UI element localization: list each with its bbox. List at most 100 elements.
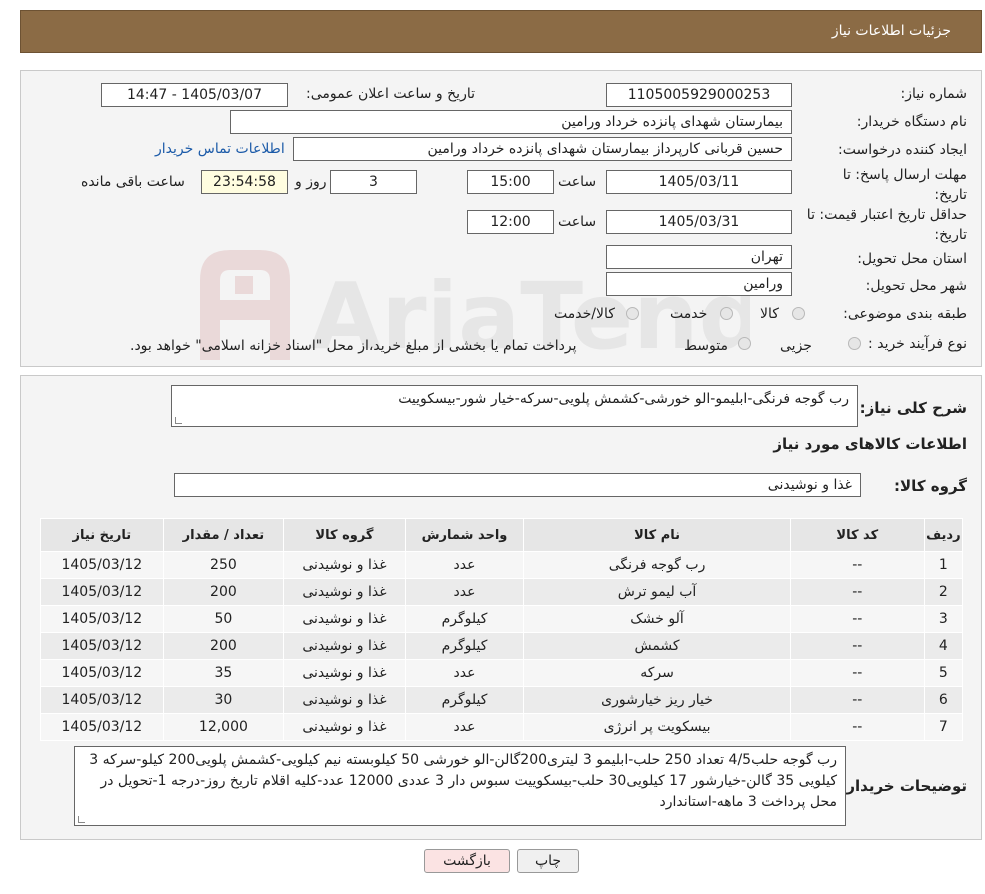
province-label: استان محل تحویل: [857, 251, 967, 267]
description-label: شرح کلی نیاز: [859, 399, 967, 417]
remaining-label: ساعت باقی مانده [81, 174, 185, 190]
cell-name: رب گوجه فرنگی [523, 551, 791, 579]
cell-date: 1405/03/12 [40, 659, 164, 687]
cell-unit: عدد [404, 713, 525, 741]
cell-code: -- [789, 659, 925, 687]
deadline-time-field: 15:00 [467, 170, 554, 194]
creator-label: ایجاد کننده درخواست: [838, 142, 967, 158]
col-name: نام کالا [523, 518, 791, 552]
need-number-label: شماره نیاز: [900, 86, 968, 102]
table-row: 6 -- خیار ریز خیارشوری کیلوگرم غذا و نوشیدنی… [40, 686, 964, 714]
radio-goods-service-label: کالا/خدمت [554, 306, 615, 322]
cell-qty: 50 [162, 605, 285, 633]
buyer-org-label: نام دستگاه خریدار: [856, 114, 967, 130]
cell-group: غذا و نوشیدنی [283, 605, 406, 633]
cell-code: -- [789, 632, 925, 660]
buyer-org-field: بیمارستان شهدای پانزده خرداد ورامین [230, 110, 792, 134]
cell-row: 7 [923, 713, 964, 741]
announce-label: تاریخ و ساعت اعلان عمومی: [306, 86, 475, 102]
cell-unit: عدد [404, 659, 525, 687]
cell-code: -- [789, 686, 925, 714]
resize-handle-icon[interactable] [78, 816, 85, 823]
cell-row: 6 [923, 686, 964, 714]
cell-qty: 250 [162, 551, 285, 579]
validity-time-label: ساعت [558, 214, 597, 230]
process-label: نوع فرآیند خرید : [868, 336, 967, 352]
cell-row: 3 [923, 605, 964, 633]
cell-date: 1405/03/12 [40, 632, 164, 660]
creator-field: حسین قربانی کارپرداز بیمارستان شهدای پان… [293, 137, 792, 161]
cell-qty: 30 [162, 686, 285, 714]
cell-qty: 200 [162, 632, 285, 660]
cell-row: 1 [923, 551, 964, 579]
goods-table: ردیف کد کالا نام کالا واحد شمارش گروه کا… [40, 518, 964, 741]
radio-medium[interactable] [738, 337, 751, 350]
cell-unit: عدد [404, 551, 525, 579]
radio-service[interactable] [720, 307, 733, 320]
buyer-notes-text: رب گوجه حلب4/5 تعداد 250 حلب-ابلیمو 3 لی… [89, 752, 837, 810]
cell-date: 1405/03/12 [40, 713, 164, 741]
cell-name: کشمش [523, 632, 791, 660]
cell-qty: 12,000 [162, 713, 285, 741]
col-date: تاریخ نیاز [40, 518, 164, 552]
cell-code: -- [789, 578, 925, 606]
cell-name: آب لیمو ترش [523, 578, 791, 606]
cell-name: سرکه [523, 659, 791, 687]
page-header: جزئیات اطلاعات نیاز [20, 10, 982, 53]
description-textarea: رب گوجه فرنگی-ابلیمو-الو خورشی-کشمش پلوی… [171, 385, 858, 427]
category-label: طبقه بندی موضوعی: [843, 306, 967, 322]
validity-time-field: 12:00 [467, 210, 554, 234]
goods-group-field: غذا و نوشیدنی [174, 473, 861, 497]
deadline-date-field: 1405/03/11 [606, 170, 792, 194]
goods-info-title: اطلاعات کالاهای مورد نیاز [773, 435, 967, 453]
cell-unit: کیلوگرم [404, 605, 525, 633]
radio-minor[interactable] [848, 337, 861, 350]
cell-name: آلو خشک [523, 605, 791, 633]
cell-date: 1405/03/12 [40, 578, 164, 606]
table-row: 7 -- بیسکویت پر انرژی عدد غذا و نوشیدنی 12,00… [40, 713, 964, 741]
city-field: ورامین [606, 272, 792, 296]
goods-group-label: گروه کالا: [894, 477, 967, 495]
cell-date: 1405/03/12 [40, 686, 164, 714]
cell-code: -- [789, 713, 925, 741]
cell-qty: 35 [162, 659, 285, 687]
cell-unit: عدد [404, 578, 525, 606]
col-group: گروه کالا [283, 518, 406, 552]
table-header-row: ردیف کد کالا نام کالا واحد شمارش گروه کا… [40, 518, 964, 552]
cell-unit: کیلوگرم [404, 632, 525, 660]
resize-handle-icon[interactable] [175, 417, 182, 424]
cell-code: -- [789, 605, 925, 633]
need-number-field: 1105005929000253 [606, 83, 792, 107]
cell-row: 4 [923, 632, 964, 660]
cell-group: غذا و نوشیدنی [283, 578, 406, 606]
table-row: 2 -- آب لیمو ترش عدد غذا و نوشیدنی 200 1405/03… [40, 578, 964, 606]
table-row: 5 -- سرکه عدد غذا و نوشیدنی 35 1405/03/12 [40, 659, 964, 687]
days-field: 3 [330, 170, 417, 194]
buyer-notes-textarea: رب گوجه حلب4/5 تعداد 250 حلب-ابلیمو 3 لی… [74, 746, 846, 826]
cell-date: 1405/03/12 [40, 605, 164, 633]
cell-group: غذا و نوشیدنی [283, 659, 406, 687]
col-row: ردیف [923, 518, 964, 552]
province-field: تهران [606, 245, 792, 269]
cell-qty: 200 [162, 578, 285, 606]
validity-date-field: 1405/03/31 [606, 210, 792, 234]
radio-goods-service[interactable] [626, 307, 639, 320]
col-code: کد کالا [789, 518, 925, 552]
buyer-notes-label: توضیحات خریدار: [840, 777, 967, 795]
radio-medium-label: متوسط [684, 338, 728, 354]
print-button[interactable]: چاپ [517, 849, 579, 873]
cell-date: 1405/03/12 [40, 551, 164, 579]
radio-goods[interactable] [792, 307, 805, 320]
city-label: شهر محل تحویل: [865, 278, 967, 294]
cell-row: 5 [923, 659, 964, 687]
table-row: 4 -- کشمش کیلوگرم غذا و نوشیدنی 200 1405/03/12 [40, 632, 964, 660]
cell-group: غذا و نوشیدنی [283, 551, 406, 579]
table-row: 1 -- رب گوجه فرنگی عدد غذا و نوشیدنی 250 1405/… [40, 551, 964, 579]
radio-goods-label: کالا [760, 306, 779, 322]
buyer-contact-link[interactable]: اطلاعات تماس خریدار [155, 141, 285, 157]
back-button[interactable]: بازگشت [424, 849, 510, 873]
col-qty: تعداد / مقدار [162, 518, 285, 552]
remaining-time-field: 23:54:58 [201, 170, 288, 194]
cell-row: 2 [923, 578, 964, 606]
table-row: 3 -- آلو خشک کیلوگرم غذا و نوشیدنی 50 1405/03/… [40, 605, 964, 633]
